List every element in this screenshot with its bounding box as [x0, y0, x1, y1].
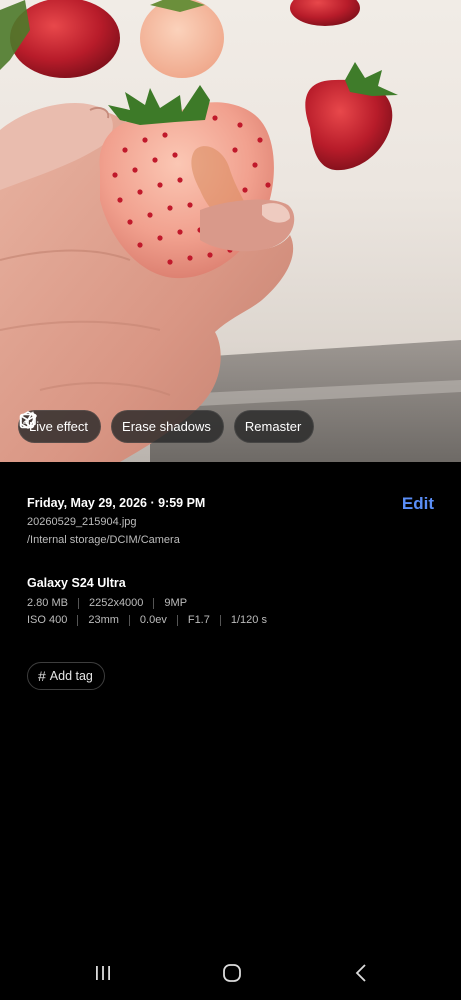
divider: [77, 597, 79, 609]
back-button[interactable]: [347, 960, 377, 986]
resolution: 2252x4000: [88, 597, 144, 609]
home-icon: [223, 964, 241, 982]
remaster-label: Remaster: [244, 419, 302, 434]
megapixels: 9MP: [164, 597, 188, 609]
remaster-button[interactable]: Remaster: [19, 410, 315, 443]
divider: [219, 614, 221, 626]
focal-length: 23mm: [88, 614, 119, 626]
file-name: 20260529_215904.jpg: [27, 516, 137, 528]
photo-image: [0, 0, 461, 462]
divider: [128, 614, 130, 626]
recent-apps-button[interactable]: [88, 960, 118, 986]
divider: [77, 614, 79, 626]
capture-datetime: Friday, May 29, 2026 · 9:59 PM: [27, 496, 206, 510]
file-size: 2.80 MB: [27, 597, 68, 609]
file-specs-row: 2.80 MB 2252x4000 9MP: [27, 597, 187, 609]
system-navigation-bar: [0, 950, 461, 996]
photo-viewer[interactable]: Live effect Erase shadows Remaster: [0, 0, 461, 462]
remaster-icon: [19, 411, 37, 429]
edit-details-button[interactable]: Edit: [402, 494, 434, 514]
erase-shadows-button[interactable]: Erase shadows: [20, 410, 224, 443]
add-tag-label: Add tag: [49, 669, 93, 683]
divider: [153, 597, 155, 609]
file-path: /Internal storage/DCIM/Camera: [27, 534, 180, 546]
camera-specs-row: ISO 400 23mm 0.0ev F1.7 1/120 s: [27, 614, 267, 626]
recent-apps-icon: [96, 966, 110, 980]
home-button[interactable]: [217, 960, 247, 986]
add-tag-button[interactable]: # Add tag: [27, 662, 105, 690]
details-panel: Friday, May 29, 2026 · 9:59 PM Edit 2026…: [0, 462, 461, 1000]
photo-actions-bar: Live effect Erase shadows Remaster: [18, 410, 315, 443]
erase-shadows-label: Erase shadows: [122, 419, 211, 434]
hashtag-icon: #: [38, 668, 46, 684]
iso: ISO 400: [27, 614, 68, 626]
divider: [176, 614, 178, 626]
back-icon: [355, 964, 366, 982]
device-name: Galaxy S24 Ultra: [27, 576, 126, 590]
shutter-speed: 1/120 s: [230, 614, 267, 626]
aperture: F1.7: [187, 614, 210, 626]
exposure-value: 0.0ev: [139, 614, 167, 626]
